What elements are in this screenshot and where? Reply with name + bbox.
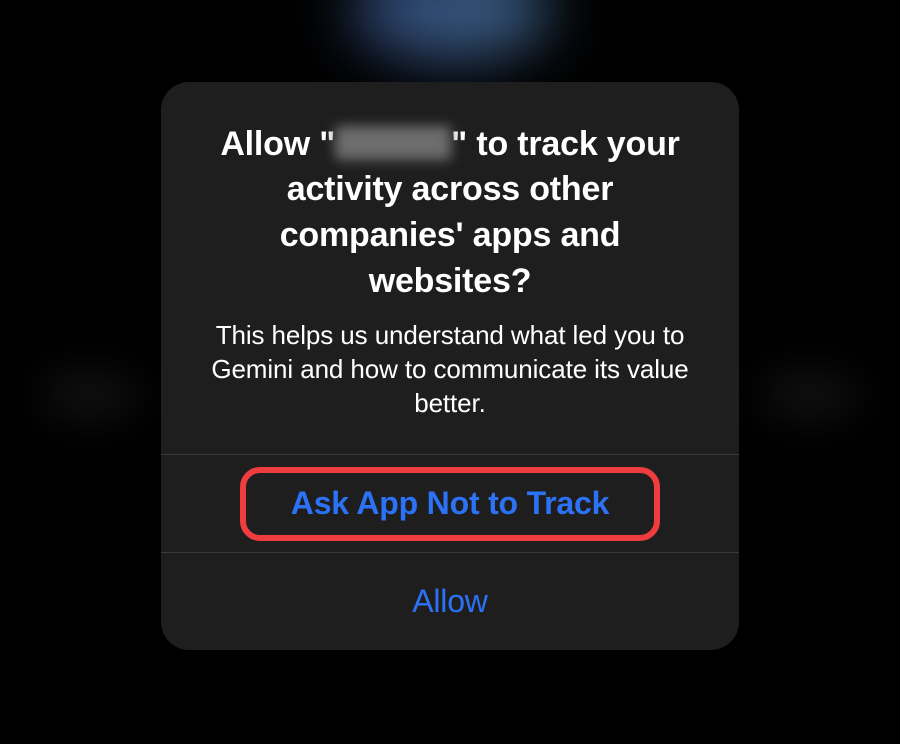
deny-button-row[interactable]: Ask App Not to Track (161, 454, 739, 552)
redacted-app-name (335, 126, 451, 160)
background-blur-right (760, 370, 860, 420)
allow-button[interactable]: Allow (412, 583, 487, 620)
dialog-buttons: Ask App Not to Track Allow (161, 454, 739, 650)
allow-button-row[interactable]: Allow (161, 552, 739, 650)
dialog-content: Allow "" to track your activity across o… (161, 82, 739, 455)
background-blur-left (40, 370, 140, 420)
ask-not-to-track-button[interactable]: Ask App Not to Track (291, 485, 609, 522)
dialog-description: This helps us understand what led you to… (196, 319, 704, 420)
background-glow (350, 0, 550, 60)
dialog-title: Allow "" to track your activity across o… (196, 122, 704, 306)
title-prefix: Allow " (220, 125, 335, 163)
tracking-permission-dialog: Allow "" to track your activity across o… (161, 82, 739, 651)
